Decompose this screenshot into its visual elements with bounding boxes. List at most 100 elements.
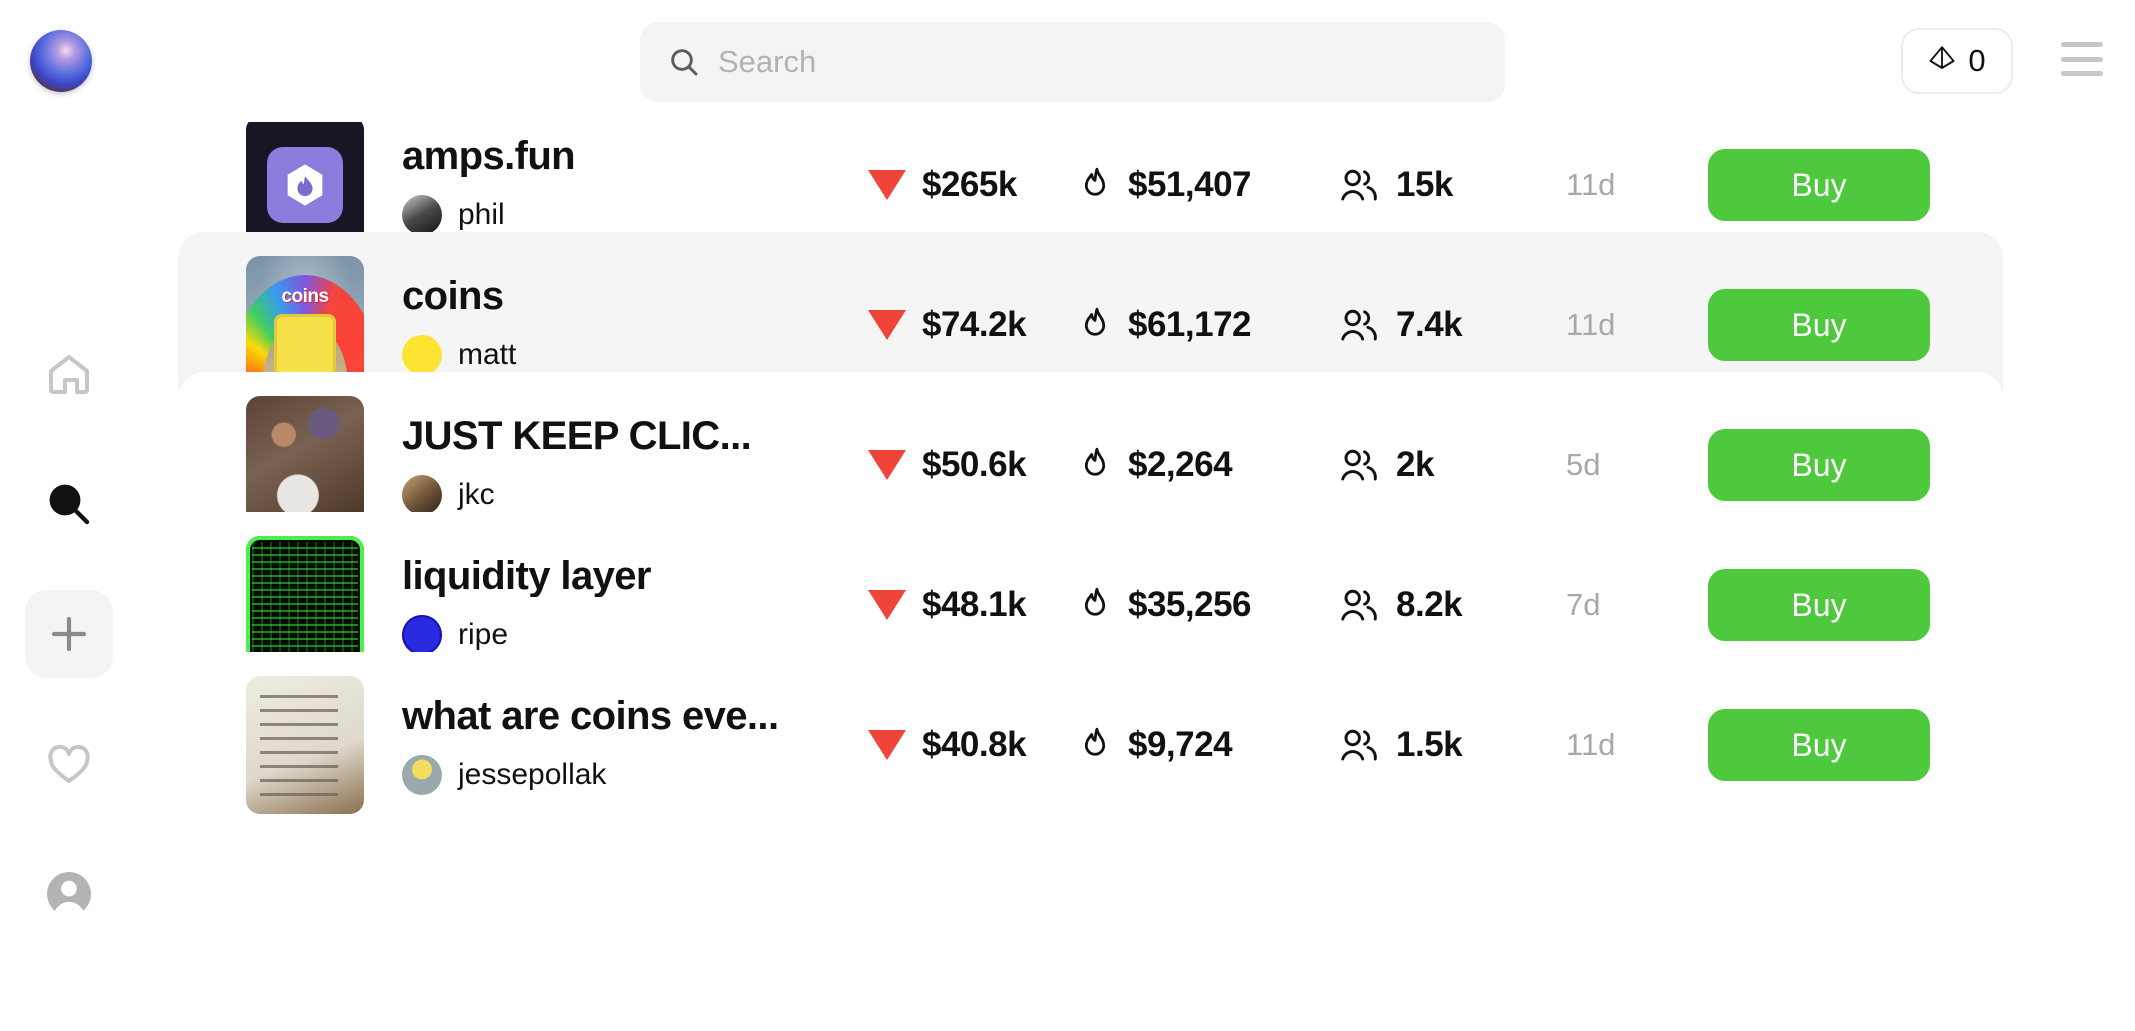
flame-icon xyxy=(1084,727,1106,756)
holders-value: 15k xyxy=(1396,165,1453,204)
buy-button[interactable]: Buy xyxy=(1708,289,1930,361)
people-icon xyxy=(1341,589,1377,621)
creator-row[interactable]: phil xyxy=(402,195,872,235)
buy-button[interactable]: Buy xyxy=(1708,429,1930,501)
holders-stat: 7.4k xyxy=(1338,305,1463,345)
coin-info: liquidity layer ripe xyxy=(402,555,872,655)
buy-button[interactable]: Buy xyxy=(1708,569,1930,641)
wallet-balance-value: 0 xyxy=(1968,43,1986,78)
hamburger-menu-icon[interactable] xyxy=(2061,42,2103,76)
thumbnail-caption: coins xyxy=(281,286,329,308)
plus-icon xyxy=(51,616,87,652)
creator-name[interactable]: matt xyxy=(458,338,516,372)
home-icon xyxy=(49,355,89,394)
heart-icon xyxy=(48,744,90,783)
search-icon xyxy=(49,484,90,525)
coin-info: amps.fun phil xyxy=(402,135,872,235)
volume-stat: $2,264 xyxy=(1078,445,1233,485)
volume-stat: $35,256 xyxy=(1078,585,1252,625)
amps-logo-badge xyxy=(267,147,343,223)
buy-button[interactable]: Buy xyxy=(1708,709,1930,781)
holders-stat: 1.5k xyxy=(1338,725,1463,765)
wallet-balance-pill[interactable]: 0 xyxy=(1901,28,2013,94)
holders-value: 7.4k xyxy=(1396,305,1463,344)
volume-stat: $61,172 xyxy=(1078,305,1252,345)
market-cap-stat: $40.8k xyxy=(868,725,1027,765)
top-bar: 0 xyxy=(0,0,2135,122)
market-cap-value: $40.8k xyxy=(922,725,1027,764)
coin-title[interactable]: coins xyxy=(402,275,872,317)
search-input[interactable] xyxy=(718,44,1477,80)
buy-button[interactable]: Buy xyxy=(1708,149,1930,221)
hamburger-line xyxy=(2061,71,2103,76)
triangle-down-icon xyxy=(868,590,906,620)
triangle-down-icon xyxy=(868,450,906,480)
sidebar-item-home[interactable] xyxy=(25,330,113,418)
holders-stat: 2k xyxy=(1338,445,1434,485)
volume-value: $51,407 xyxy=(1128,165,1252,204)
market-cap-stat: $74.2k xyxy=(868,305,1027,345)
holders-stat: 15k xyxy=(1338,165,1453,205)
triangle-down-icon xyxy=(868,730,906,760)
volume-value: $35,256 xyxy=(1128,585,1252,624)
holders-value: 2k xyxy=(1396,445,1434,484)
holders-value: 1.5k xyxy=(1396,725,1463,764)
coin-thumbnail[interactable] xyxy=(246,676,364,814)
sidebar-item-profile[interactable] xyxy=(25,850,113,938)
sphere-logo[interactable] xyxy=(30,30,92,92)
ethereum-icon xyxy=(1929,46,1955,69)
creator-name[interactable]: phil xyxy=(458,198,505,232)
avatar-icon xyxy=(47,872,91,918)
coin-list: amps.fun phil $265k $51,407 15k 11d Buy … xyxy=(138,92,2135,1031)
market-cap-stat: $50.6k xyxy=(868,445,1027,485)
search-icon xyxy=(671,49,698,76)
coin-age: 11d xyxy=(1566,167,1616,202)
coin-title[interactable]: what are coins eve... xyxy=(402,695,872,737)
sidebar-item-likes[interactable] xyxy=(25,720,113,808)
search-bar[interactable] xyxy=(640,22,1505,102)
coin-age: 11d xyxy=(1566,727,1616,762)
holders-value: 8.2k xyxy=(1396,585,1463,624)
creator-name[interactable]: jkc xyxy=(458,478,495,512)
sponge-art xyxy=(274,313,336,378)
creator-row[interactable]: ripe xyxy=(402,615,872,655)
volume-stat: $9,724 xyxy=(1078,725,1233,765)
coin-age: 11d xyxy=(1566,307,1616,342)
creator-avatar[interactable] xyxy=(402,195,442,235)
hamburger-line xyxy=(2061,42,2103,47)
coin-title[interactable]: liquidity layer xyxy=(402,555,872,597)
market-cap-value: $74.2k xyxy=(922,305,1027,344)
triangle-down-icon xyxy=(868,170,906,200)
creator-row[interactable]: matt xyxy=(402,335,872,375)
sidebar-item-create[interactable] xyxy=(25,590,113,678)
market-cap-stat: $48.1k xyxy=(868,585,1027,625)
coin-row[interactable]: what are coins eve... jessepollak $40.8k… xyxy=(178,652,2003,838)
triangle-down-icon xyxy=(868,310,906,340)
hamburger-line xyxy=(2061,56,2103,62)
market-cap-value: $265k xyxy=(922,165,1017,204)
hexagon-flame-icon xyxy=(287,164,323,206)
creator-row[interactable]: jessepollak xyxy=(402,755,872,795)
market-cap-stat: $265k xyxy=(868,165,1017,205)
people-icon xyxy=(1341,169,1377,201)
creator-name[interactable]: jessepollak xyxy=(458,758,606,792)
coin-title[interactable]: JUST KEEP CLIC... xyxy=(402,415,872,457)
people-icon xyxy=(1341,309,1377,341)
coin-info: what are coins eve... jessepollak xyxy=(402,695,872,795)
coin-info: coins matt xyxy=(402,275,872,375)
creator-avatar[interactable] xyxy=(402,475,442,515)
coin-age: 7d xyxy=(1566,587,1601,622)
creator-avatar[interactable] xyxy=(402,335,442,375)
coin-title[interactable]: amps.fun xyxy=(402,135,872,177)
flame-icon xyxy=(1084,447,1106,476)
volume-value: $9,724 xyxy=(1128,725,1233,764)
creator-avatar[interactable] xyxy=(402,755,442,795)
creator-row[interactable]: jkc xyxy=(402,475,872,515)
volume-stat: $51,407 xyxy=(1078,165,1252,205)
flame-icon xyxy=(1084,167,1106,196)
sidebar-item-search[interactable] xyxy=(25,460,113,548)
creator-name[interactable]: ripe xyxy=(458,618,508,652)
creator-avatar[interactable] xyxy=(402,615,442,655)
holders-stat: 8.2k xyxy=(1338,585,1463,625)
market-cap-value: $48.1k xyxy=(922,585,1027,624)
